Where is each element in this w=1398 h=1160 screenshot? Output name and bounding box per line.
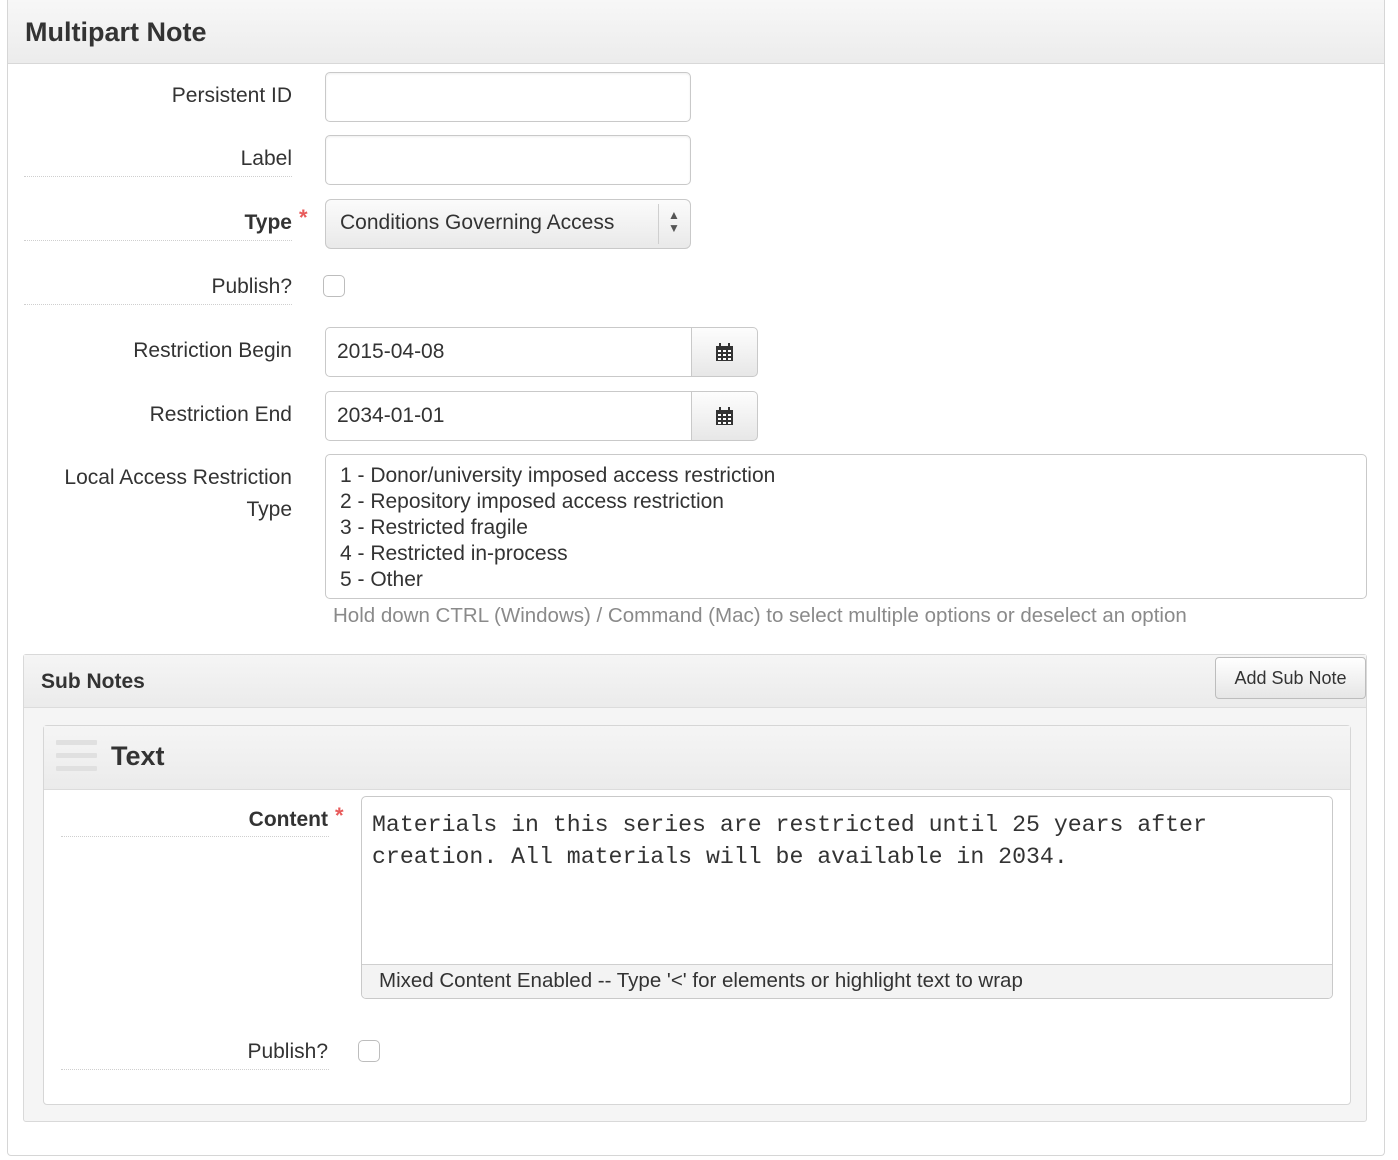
divider	[61, 1069, 329, 1070]
content-editor[interactable]: Materials in this series are restricted …	[361, 796, 1333, 999]
panel-title: Multipart Note	[25, 17, 207, 47]
drag-handle-icon[interactable]	[56, 740, 97, 774]
restriction-begin-label: Restriction Begin	[133, 339, 292, 362]
multiselect-option[interactable]: 2 - Repository imposed access restrictio…	[340, 489, 1366, 515]
text-subnote-card: Text Content * Materials in this series …	[43, 725, 1351, 1105]
local-access-label-line2: Type	[246, 498, 292, 521]
calendar-icon	[716, 407, 733, 425]
divider	[61, 836, 329, 837]
restriction-begin-input[interactable]: 2015-04-08	[325, 327, 693, 377]
persistent-id-label: Persistent ID	[171, 84, 292, 107]
publish-label: Publish?	[211, 275, 292, 298]
label-input[interactable]	[325, 135, 691, 185]
required-marker: *	[335, 803, 344, 828]
panel-header: Multipart Note	[8, 0, 1384, 64]
content-text[interactable]: Materials in this series are restricted …	[372, 809, 1302, 873]
select-divider	[658, 204, 659, 244]
multiselect-option[interactable]: 3 - Restricted fragile	[340, 515, 1366, 541]
divider	[24, 240, 292, 241]
sub-notes-section: Sub Notes Add Sub Note Text Content * Ma…	[23, 654, 1367, 1122]
multiselect-option[interactable]: 4 - Restricted in-process	[340, 541, 1366, 567]
mixed-content-hint: Mixed Content Enabled -- Type '<' for el…	[362, 964, 1332, 998]
local-access-label-line1: Local Access Restriction	[64, 466, 292, 489]
persistent-id-input[interactable]	[325, 72, 691, 122]
text-subnote-header: Text	[44, 726, 1350, 790]
multiselect-help-text: Hold down CTRL (Windows) / Command (Mac)…	[333, 604, 1187, 627]
restriction-begin-calendar-button[interactable]	[691, 327, 758, 377]
type-select[interactable]: Conditions Governing Access ▲ ▼	[325, 199, 691, 249]
subnote-publish-checkbox[interactable]	[358, 1040, 380, 1062]
publish-checkbox[interactable]	[323, 275, 345, 297]
multiselect-option[interactable]: 5 - Other	[340, 567, 1366, 593]
multiselect-option[interactable]: 1 - Donor/university imposed access rest…	[340, 463, 1366, 489]
label-field-label: Label	[240, 147, 292, 170]
subnote-publish-label: Publish?	[247, 1040, 328, 1063]
required-marker: *	[299, 205, 308, 230]
select-arrows-icon: ▲ ▼	[668, 208, 680, 235]
local-access-multiselect[interactable]: 1 - Donor/university imposed access rest…	[325, 454, 1367, 599]
divider	[24, 176, 292, 177]
restriction-end-calendar-button[interactable]	[691, 391, 758, 441]
restriction-end-input[interactable]: 2034-01-01	[325, 391, 693, 441]
sub-notes-title: Sub Notes	[41, 670, 145, 693]
text-subnote-title: Text	[111, 741, 165, 771]
add-sub-note-button[interactable]: Add Sub Note	[1215, 657, 1366, 699]
sub-notes-header: Sub Notes Add Sub Note	[24, 655, 1366, 708]
type-label: Type	[244, 211, 292, 234]
divider	[24, 304, 292, 305]
type-select-value: Conditions Governing Access	[340, 211, 615, 234]
content-label: Content	[248, 808, 328, 831]
restriction-end-label: Restriction End	[149, 403, 292, 426]
calendar-icon	[716, 343, 733, 361]
